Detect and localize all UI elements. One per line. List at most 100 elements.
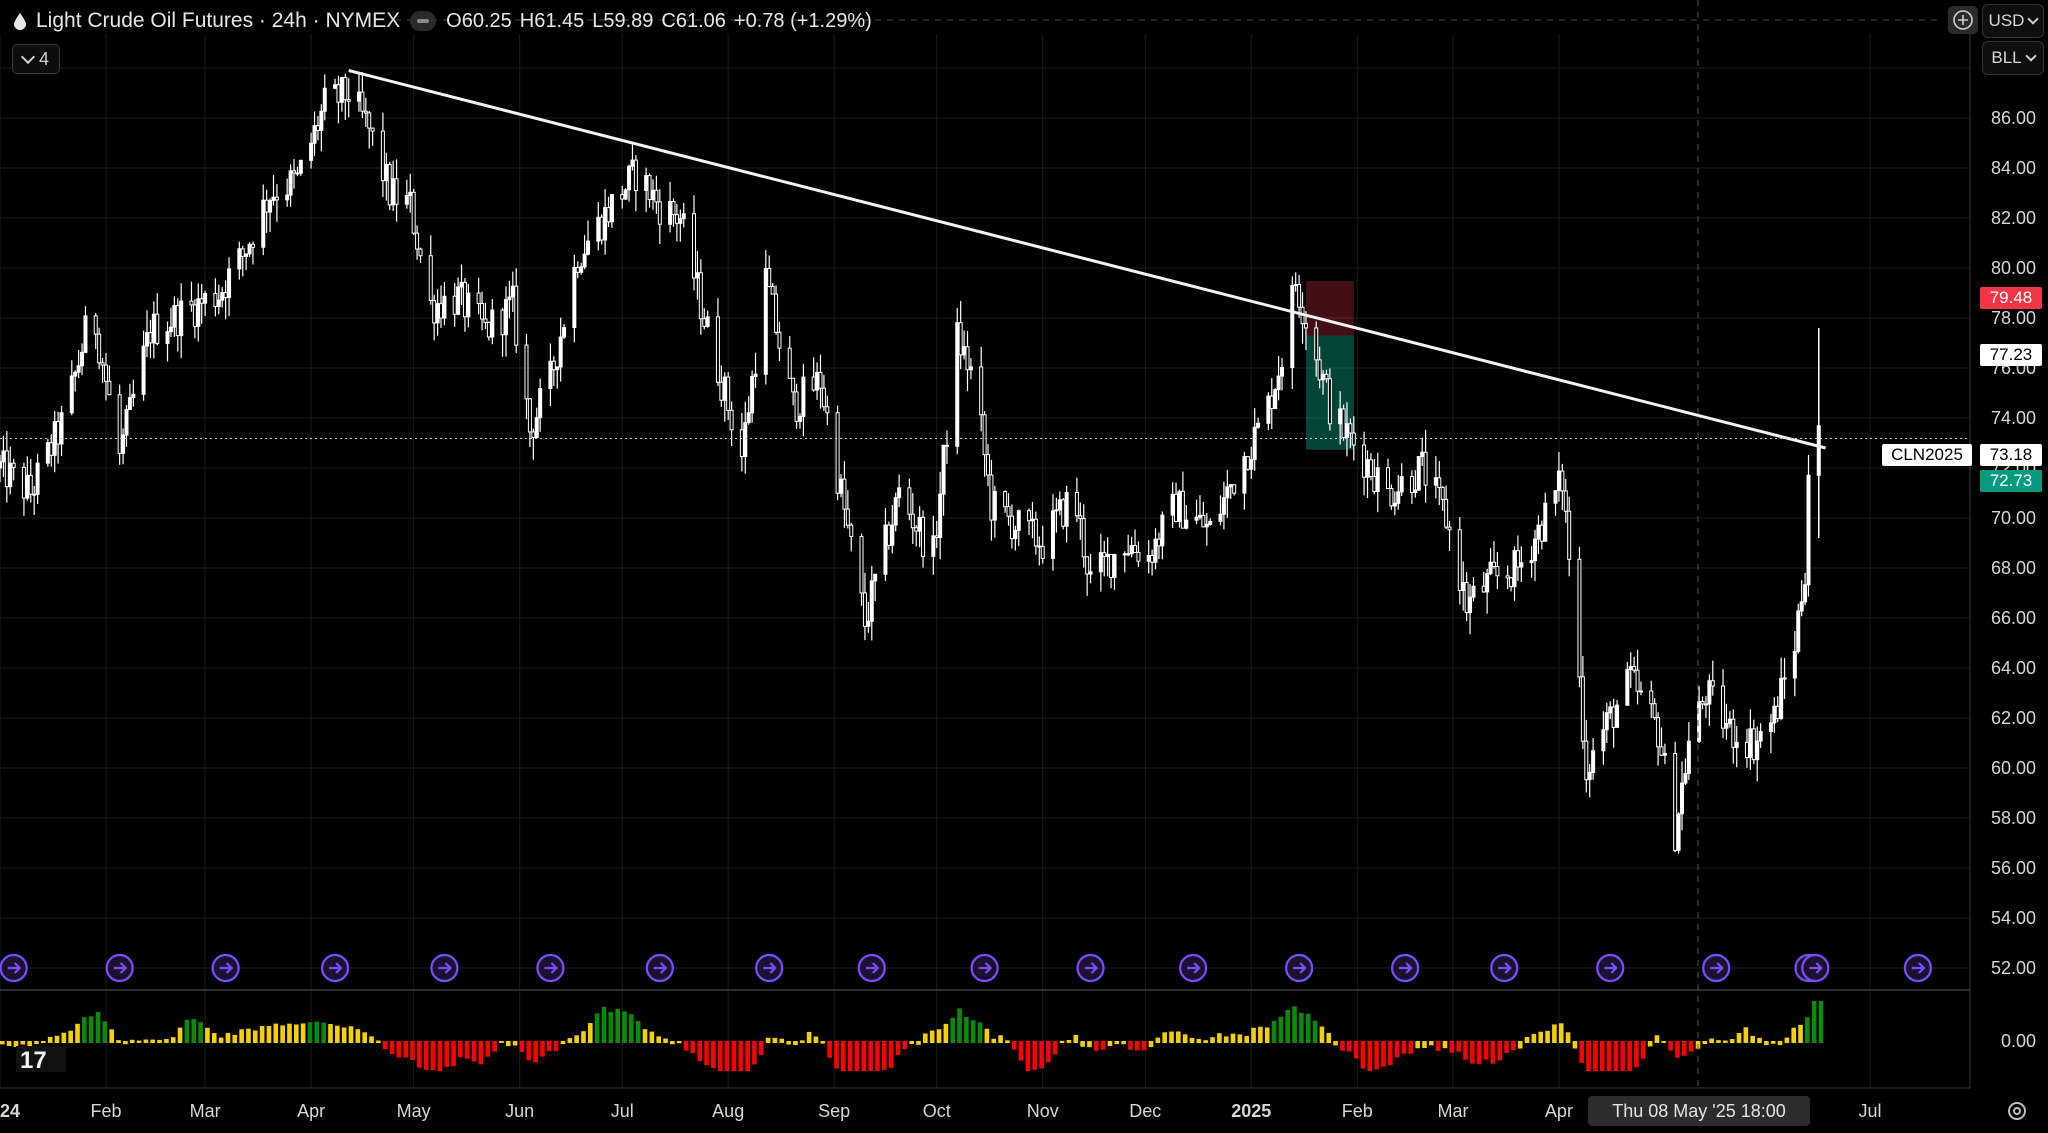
candle-body (1088, 571, 1093, 575)
oscillator-bar (1456, 1041, 1461, 1052)
low-value: L59.89 (592, 9, 654, 32)
candle-body (121, 434, 126, 454)
symbol-title[interactable]: Light Crude Oil Futures · 24h · NYMEX (36, 9, 400, 33)
candle-body (739, 429, 744, 457)
event-marker-icon[interactable] (536, 953, 565, 983)
oscillator-bar (998, 1035, 1003, 1043)
event-marker-icon[interactable] (1903, 953, 1933, 983)
candle-body (1297, 284, 1302, 308)
candle-body (1245, 456, 1250, 470)
price-chart[interactable]: 2024 Feb Mar Apr May Jun Jul Aug Sep Oct Nov Dec 202… (0, 0, 2048, 1133)
event-marker-icon[interactable] (1390, 953, 1420, 983)
candle-body (1457, 529, 1462, 591)
oscillator-bar (410, 1041, 415, 1061)
oscillator-bar (1470, 1041, 1475, 1064)
unit-label: BLL (1991, 48, 2022, 67)
event-marker-icon[interactable] (105, 953, 134, 983)
candle-body (168, 326, 173, 333)
event-marker-icon[interactable] (1076, 953, 1105, 983)
change-value: +0.78 (+1.29%) (733, 9, 872, 32)
candle-body (1806, 474, 1811, 586)
oscillator-bar (6, 1041, 12, 1046)
event-marker-icon[interactable] (1596, 953, 1625, 983)
event-marker-icon[interactable] (1179, 953, 1208, 983)
candle-body (1638, 690, 1643, 693)
candle-body (1399, 476, 1404, 493)
oscillator-bar (1388, 1041, 1393, 1066)
oscillator-bar (1018, 1041, 1024, 1061)
settings-gear-icon[interactable] (2004, 1098, 2030, 1124)
oscillator-bar (608, 1012, 614, 1043)
candle-body (921, 516, 926, 557)
candle-body (538, 388, 543, 419)
candle-body (1133, 545, 1138, 553)
candle-body (527, 398, 532, 433)
indicators-toggle-button[interactable]: 4 (12, 44, 60, 74)
event-marker-icon[interactable] (857, 953, 886, 983)
event-marker-icon[interactable] (1490, 953, 1519, 983)
candle-body (986, 454, 991, 476)
candle-body (124, 409, 129, 436)
osc-tick-label: 0.00 (2001, 1031, 2036, 1051)
visibility-toggle-icon[interactable] (410, 11, 437, 31)
oscillator-bar (1360, 1041, 1366, 1069)
event-marker-icon[interactable] (645, 953, 674, 983)
y-tick-label: 60.00 (1991, 758, 2036, 778)
event-marker-icon[interactable] (1702, 953, 1731, 983)
candle-body (644, 175, 649, 191)
oscillator-bar (1777, 1041, 1783, 1046)
oscillator-bar (403, 1041, 409, 1058)
x-tick-label: Sep (818, 1101, 850, 1121)
candle-body (531, 431, 536, 438)
oscillator-bar (1025, 1041, 1031, 1071)
candle-body (343, 77, 348, 101)
candle-body (910, 513, 915, 529)
oscillator-bar (1805, 1017, 1810, 1043)
event-marker-icon[interactable] (1801, 953, 1830, 983)
oscillator-bar (136, 1040, 142, 1043)
candle-body (1656, 717, 1661, 748)
oscillator-bar (1073, 1035, 1079, 1043)
candle-body (1276, 375, 1281, 391)
oscillator-bar (505, 1041, 511, 1047)
candle-body (285, 194, 290, 201)
candle-body (1280, 367, 1285, 377)
oscillator-bar (683, 1041, 689, 1051)
candle-body (1587, 771, 1592, 781)
oscillator-bar (109, 1029, 114, 1043)
currency-button[interactable]: USD (1982, 4, 2044, 38)
y-tick-label: 82.00 (1991, 208, 2036, 228)
event-marker-icon[interactable] (970, 953, 999, 983)
event-marker-icon[interactable] (755, 953, 784, 983)
oscillator-bar (1415, 1041, 1420, 1049)
candle-body (774, 293, 779, 333)
candle-body (647, 175, 652, 201)
event-marker-icon[interactable] (1285, 953, 1314, 983)
candle-body (1495, 565, 1500, 577)
candle-body (1016, 510, 1021, 531)
candle-body (1683, 772, 1688, 784)
candle-body (476, 292, 481, 305)
candle-body (360, 91, 365, 112)
event-marker-icon[interactable] (211, 953, 240, 983)
event-marker-icon[interactable] (0, 953, 28, 983)
candle-body (1341, 408, 1346, 438)
candle-body (480, 303, 485, 320)
oscillator-bar (499, 1040, 504, 1043)
candle-body (1710, 680, 1715, 687)
oscillator-bar (1661, 1041, 1667, 1044)
event-marker-icon[interactable] (430, 953, 459, 983)
oscillator-bar (964, 1017, 969, 1043)
add-button[interactable] (1948, 6, 1978, 34)
oscillator-bar (232, 1034, 238, 1043)
candle-body (1074, 491, 1079, 517)
event-marker-icon[interactable] (320, 953, 350, 983)
oscillator-bar (977, 1022, 983, 1043)
oscillator-bar (1504, 1041, 1509, 1053)
oscillator-bar (861, 1041, 867, 1071)
oscillator-bar (772, 1037, 778, 1043)
oscillator-bar (601, 1006, 607, 1043)
unit-button[interactable]: BLL (1982, 41, 2044, 75)
oscillator-bar (102, 1021, 108, 1043)
candle-body (1, 450, 6, 463)
